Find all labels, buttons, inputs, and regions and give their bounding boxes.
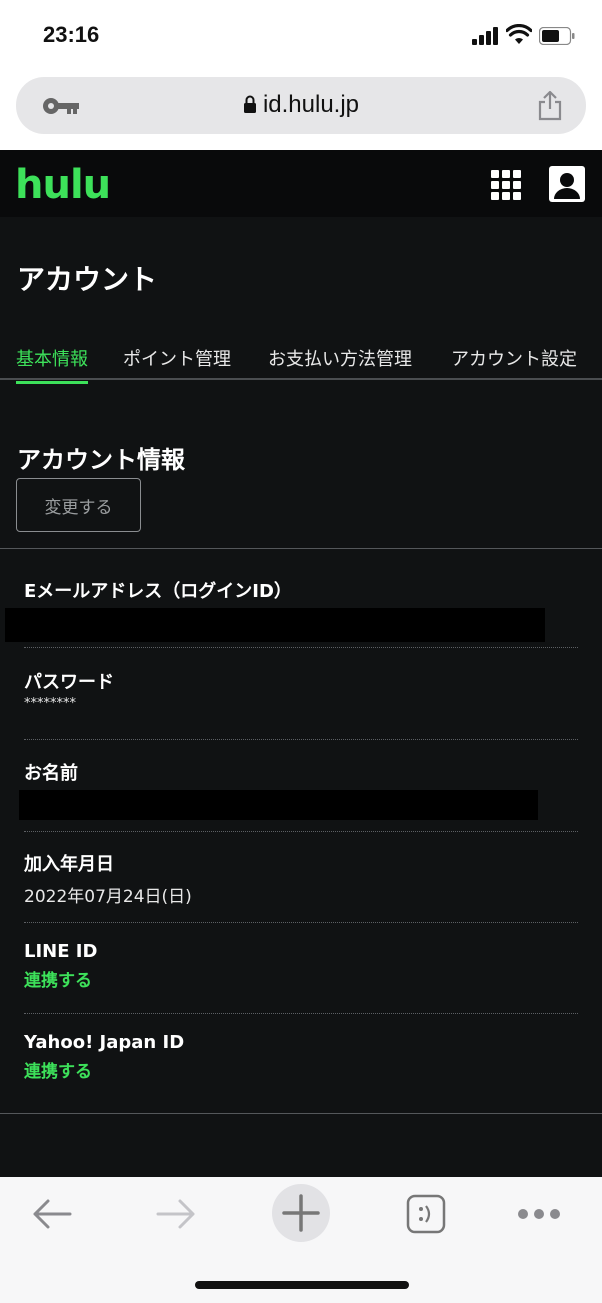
tab-account-settings[interactable]: アカウント設定 [451,345,577,371]
status-time: 23:16 [43,22,100,47]
redacted-name [19,790,538,820]
yahoo-link-button[interactable]: 連携する [24,1057,92,1082]
hulu-logo[interactable]: hulu [15,162,111,208]
change-button[interactable]: 変更する [16,478,141,532]
yahoo-id-field: Yahoo! Japan ID 連携する [24,1032,578,1082]
password-label: パスワード [24,672,114,693]
line-id-label: LINE ID [24,941,98,962]
battery-icon [539,27,575,45]
home-indicator[interactable] [195,1281,409,1289]
password-value: ******** [24,696,76,711]
yahoo-id-label: Yahoo! Japan ID [24,1032,185,1053]
share-icon[interactable] [536,89,564,121]
url-display[interactable]: id.hulu.jp [16,91,586,119]
divider [24,739,578,740]
join-date-value: 2022年07月24日(日) [24,887,192,907]
forward-arrow-icon[interactable] [154,1196,198,1232]
email-label: Eメールアドレス（ログインID） [24,581,292,602]
tab-payment-methods[interactable]: お支払い方法管理 [268,345,412,371]
tab-points[interactable]: ポイント管理 [123,345,231,371]
name-field: お名前 [24,759,578,785]
join-date-label: 加入年月日 [24,854,114,875]
line-id-field: LINE ID 連携する [24,941,578,991]
more-icon[interactable] [516,1207,562,1221]
page-title: アカウント [17,263,158,296]
password-field: パスワード ******** [24,668,578,711]
name-label: お名前 [24,763,78,784]
divider [24,831,578,832]
divider [24,1013,578,1014]
signal-icon [472,27,500,45]
lock-icon [243,95,256,113]
app-content: hulu アカウント 基本情報 ポイント管理 お支払い方法管理 アカウント設定 … [0,150,602,1177]
join-date-field: 加入年月日 2022年07月24日(日) [24,850,578,907]
line-link-button[interactable]: 連携する [24,966,92,991]
redacted-email [5,608,545,642]
tabs-icon[interactable] [406,1194,446,1234]
divider [24,647,578,648]
url-text: id.hulu.jp [262,91,360,118]
divider [24,922,578,923]
tab-basic-info[interactable]: 基本情報 [16,345,88,384]
divider [0,548,602,549]
address-bar[interactable]: id.hulu.jp [16,77,586,134]
user-icon[interactable] [549,166,585,202]
apps-grid-icon[interactable] [491,170,521,200]
status-bar: 23:16 [0,0,602,70]
divider [0,1113,602,1114]
app-header: hulu [0,150,602,217]
tab-bar: 基本情報 ポイント管理 お支払い方法管理 アカウント設定 [0,340,602,384]
wifi-icon [506,24,532,44]
section-title: アカウント情報 [17,446,185,474]
back-arrow-icon[interactable] [30,1196,74,1232]
email-field: Eメールアドレス（ログインID） [24,577,578,603]
new-tab-plus-icon[interactable] [271,1183,331,1243]
